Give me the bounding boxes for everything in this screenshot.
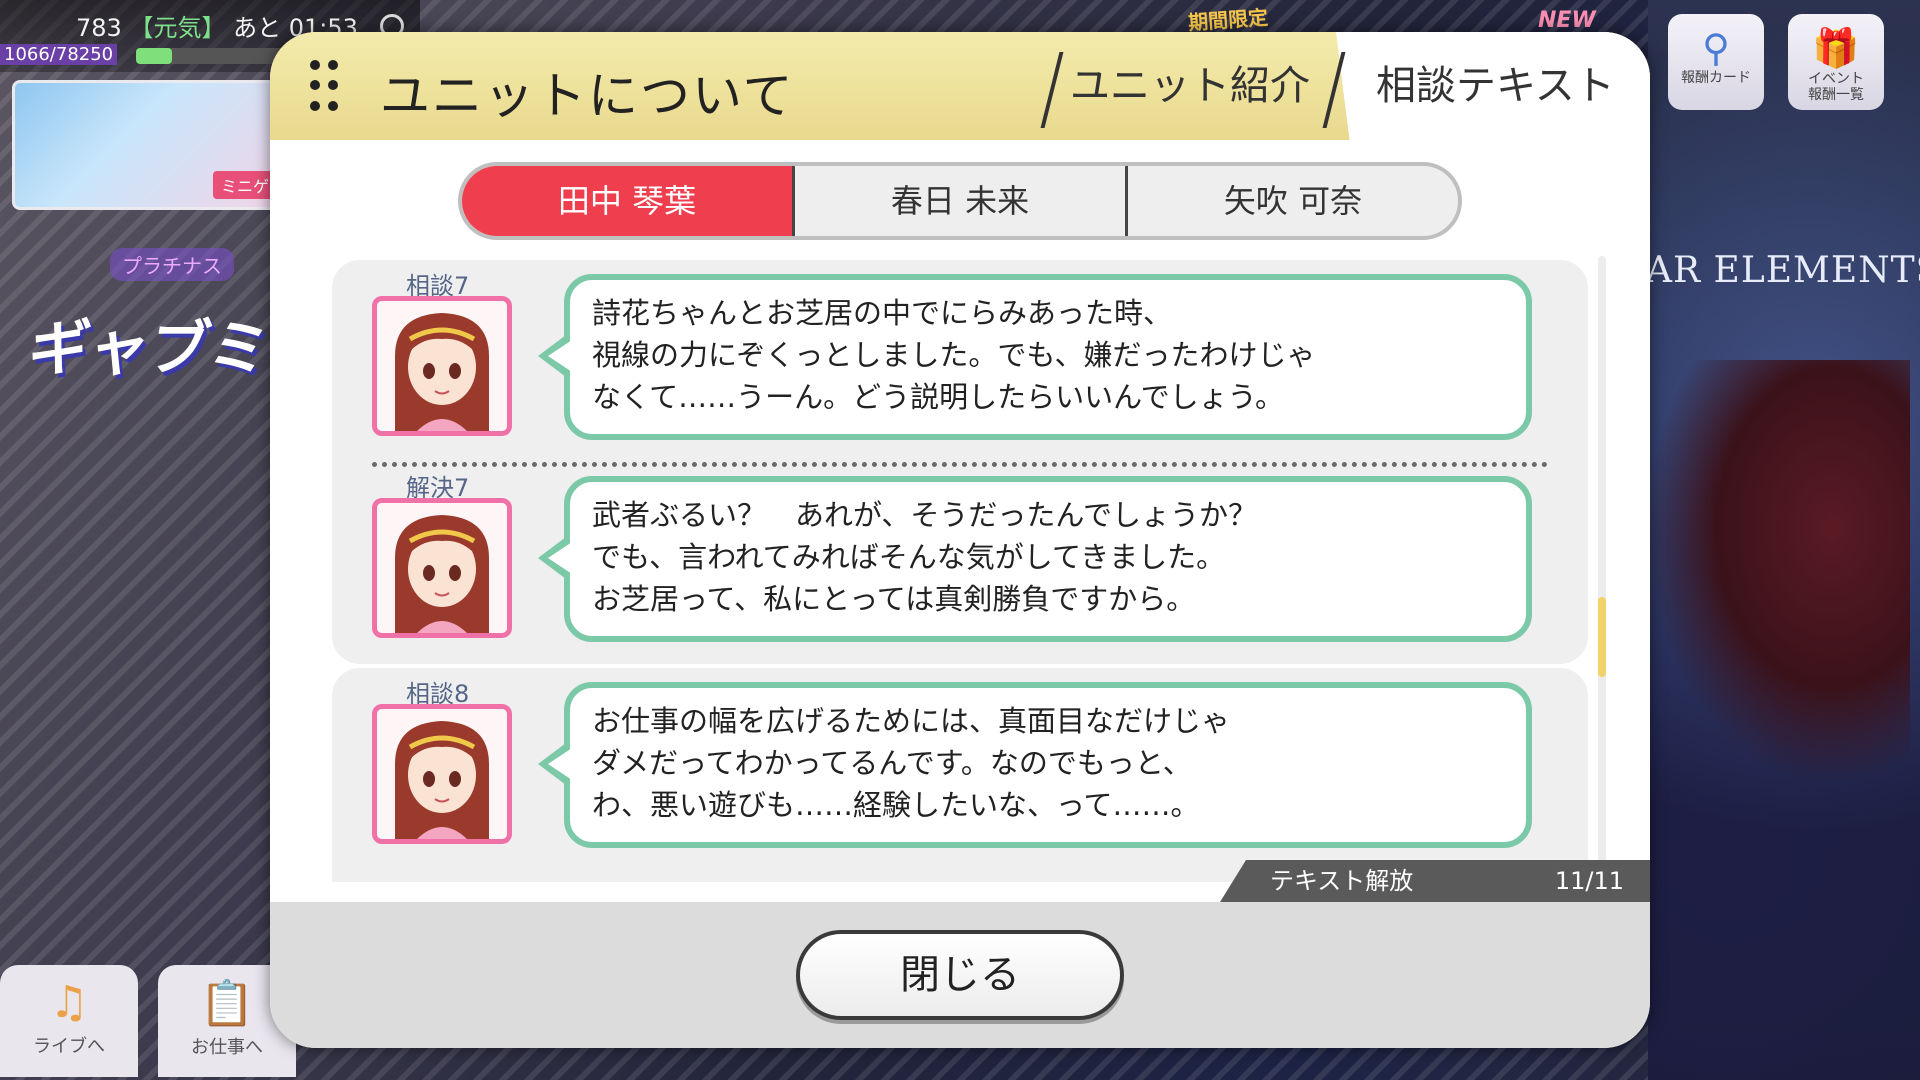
release-label: テキスト解放	[1270, 867, 1414, 895]
character-art	[1650, 360, 1910, 780]
character-portrait	[372, 704, 512, 844]
release-count: 11/11	[1554, 867, 1624, 895]
music-note-icon: ♫	[49, 977, 89, 1028]
stamina-text: 1066/78250	[0, 44, 118, 65]
event-banner[interactable]: ミニゲー	[12, 80, 302, 210]
bubble-line: 詩花ちゃんとお芝居の中でにらみあった時、	[592, 296, 1173, 330]
dialog-title: ユニットについて	[380, 67, 795, 125]
tab-divider	[1322, 52, 1346, 128]
bubble-text: 詩花ちゃんとお芝居の中でにらみあった時、 視線の力にぞくっとしました。でも、嫌だ…	[592, 292, 1512, 418]
speech-bubble: 詩花ちゃんとお芝居の中でにらみあった時、 視線の力にぞくっとしました。でも、嫌だ…	[564, 274, 1532, 440]
character-tab-kotoha[interactable]: 田中 琴葉	[462, 166, 792, 236]
mood-tag: 【元気】	[129, 14, 226, 42]
limited-tag: 期間限定	[1187, 5, 1269, 35]
bubble-line: 武者ぶるい？ あれが、そうだったんでしょうか？	[592, 498, 1257, 532]
consult-card: 相談7 詩花ちゃんとお芝居の中でにらみあった時、 視線の力にぞくっとしました。で…	[332, 260, 1588, 664]
dialog-footer: 閉じる	[270, 902, 1650, 1048]
scrollbar[interactable]	[1598, 256, 1606, 882]
consult-card: 相談8 お仕事の幅を広げるためには、真面目なだけじゃ ダメだってわかってるんです…	[332, 668, 1588, 882]
scrollbar-thumb[interactable]	[1598, 597, 1606, 677]
grip-icon	[310, 60, 338, 116]
event-reward-label-2: 報酬一覧	[1808, 87, 1864, 103]
platinum-label: プラチナス	[110, 248, 234, 281]
tab-divider	[1040, 52, 1064, 128]
bubble-line: ダメだってわかってるんです。なのでもっと、	[592, 746, 1192, 780]
new-tag: NEW	[1538, 8, 1596, 33]
bubble-line: 視線の力にぞくっとしました。でも、嫌だったわけじゃ	[592, 338, 1316, 372]
nav-live-button[interactable]: ♫ ライブへ	[0, 965, 138, 1077]
bubble-line: なくて……うーん。どう説明したらいいんでしょう。	[592, 380, 1284, 414]
unit-info-dialog: ユニットについて ユニット紹介 相談テキスト 田中 琴葉 春日 未来 矢吹 可奈…	[270, 32, 1650, 1048]
character-selector: 田中 琴葉 春日 未来 矢吹 可奈	[458, 162, 1462, 240]
character-tab-mirai[interactable]: 春日 未来	[792, 166, 1125, 236]
reward-card-label: 報酬カード	[1681, 70, 1751, 86]
character-portrait	[372, 296, 512, 436]
close-button[interactable]: 閉じる	[796, 930, 1124, 1020]
bubble-line: お仕事の幅を広げるためには、真面目なだけじゃ	[592, 704, 1231, 738]
event-art-title: AR ELEMENTS	[1646, 250, 1920, 291]
nav-live-label: ライブへ	[33, 1036, 105, 1057]
bubble-line: でも、言われてみればそんな気がしてきました。	[592, 540, 1226, 574]
bubble-tail-inner	[548, 340, 572, 372]
event-reward-label-1: イベント	[1808, 71, 1864, 87]
character-portrait	[372, 498, 512, 638]
stamina-fill	[136, 48, 172, 64]
bubble-text: 武者ぶるい？ あれが、そうだったんでしょうか？ でも、言われてみればそんな気がし…	[592, 494, 1512, 620]
bubble-tail-inner	[548, 748, 572, 780]
text-release-status: テキスト解放 11/11	[1220, 860, 1650, 902]
list-item: 解決7 武者ぶるい？ あれが、そうだったんでしょうか？ でも、言われてみればそん…	[332, 462, 1588, 662]
tab-consult-text[interactable]: 相談テキスト	[1336, 32, 1650, 144]
points-value: 783	[76, 14, 122, 42]
gift-icon: 🎁	[1812, 26, 1860, 70]
consult-list[interactable]: 相談7 詩花ちゃんとお芝居の中でにらみあった時、 視線の力にぞくっとしました。で…	[332, 260, 1588, 882]
speech-bubble: 武者ぶるい？ あれが、そうだったんでしょうか？ でも、言われてみればそんな気がし…	[564, 476, 1532, 642]
magnifier-card-icon: ⚲	[1702, 26, 1730, 70]
list-item: 相談7 詩花ちゃんとお芝居の中でにらみあった時、 視線の力にぞくっとしました。で…	[332, 260, 1588, 460]
event-reward-list-button[interactable]: 🎁 イベント 報酬一覧	[1788, 14, 1884, 110]
speech-bubble: お仕事の幅を広げるためには、真面目なだけじゃ ダメだってわかってるんです。なので…	[564, 682, 1532, 848]
character-tab-kana[interactable]: 矢吹 可奈	[1125, 166, 1458, 236]
bubble-line: わ、悪い遊びも……経験したいな、って……。	[592, 788, 1200, 822]
list-item: 相談8 お仕事の幅を広げるためには、真面目なだけじゃ ダメだってわかってるんです…	[332, 668, 1588, 868]
bubble-line: お芝居って、私にとっては真剣勝負ですから。	[592, 582, 1196, 616]
reward-card-button[interactable]: ⚲ 報酬カード	[1668, 14, 1764, 110]
dialog-header: ユニットについて ユニット紹介 相談テキスト	[270, 32, 1650, 144]
bubble-text: お仕事の幅を広げるためには、真面目なだけじゃ ダメだってわかってるんです。なので…	[592, 700, 1512, 826]
tab-unit-intro[interactable]: ユニット紹介	[1070, 32, 1310, 140]
bubble-tail-inner	[548, 542, 572, 574]
